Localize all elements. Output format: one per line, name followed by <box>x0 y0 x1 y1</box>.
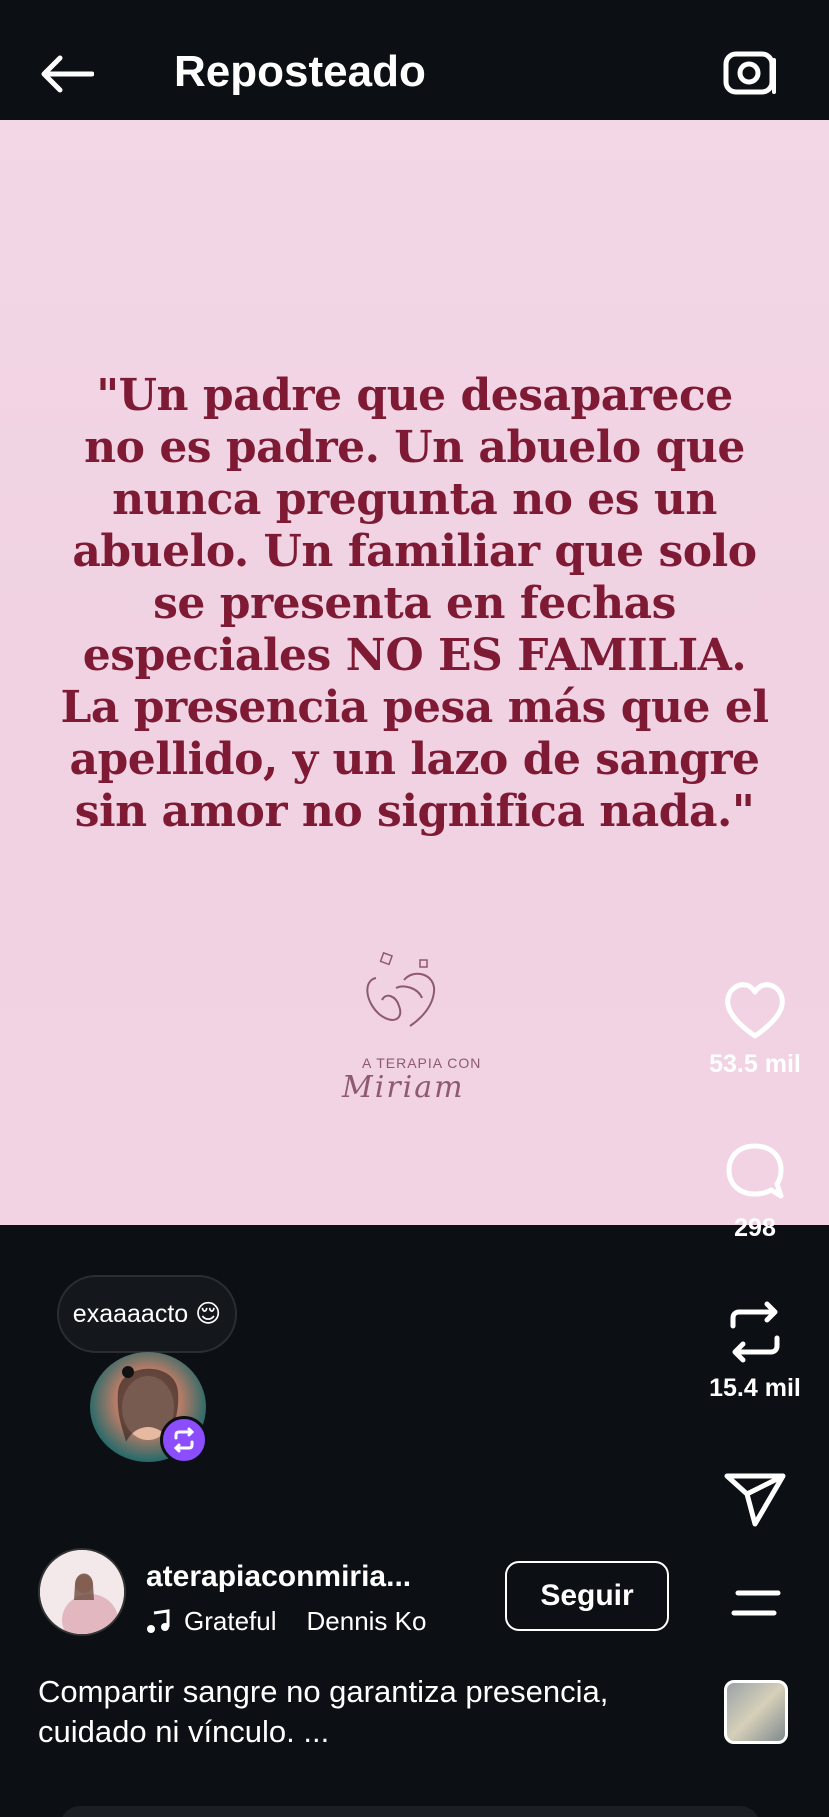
page-title: Reposteado <box>174 47 426 96</box>
comment-action[interactable]: 298 <box>700 1140 810 1243</box>
repost-small-icon <box>173 1427 195 1453</box>
repost-badge <box>160 1416 208 1464</box>
like-action[interactable]: 53.5 mil <box>700 980 810 1079</box>
camera-icon <box>723 51 776 95</box>
heart-icon <box>725 982 785 1039</box>
comment-icon <box>726 1143 784 1199</box>
music-title: Grateful <box>184 1606 277 1636</box>
music-artist: Dennis Ko <box>306 1606 427 1636</box>
terapia-logo-icon <box>366 951 436 1027</box>
camera-button[interactable] <box>718 40 784 106</box>
post-caption[interactable]: Compartir sangre no garantiza presencia,… <box>38 1672 698 1752</box>
menu-icon[interactable] <box>730 1585 782 1621</box>
repost-icon <box>730 1301 780 1363</box>
audio-thumbnail[interactable] <box>724 1680 788 1744</box>
avatar-image-icon <box>40 1550 124 1634</box>
music-row[interactable]: Grateful Dennis Ko <box>146 1606 426 1637</box>
back-arrow-icon <box>41 55 94 93</box>
repost-count: 15.4 mil <box>709 1374 801 1402</box>
comment-count: 298 <box>734 1214 776 1242</box>
author-username[interactable]: aterapiaconmiria... <box>146 1560 411 1594</box>
quote-text: "Un padre que desaparece no es padre. Un… <box>60 370 769 837</box>
repost-note: exaaaacto 😌 <box>57 1275 237 1353</box>
logo-script: Miriam <box>342 1070 465 1105</box>
send-icon <box>724 1473 786 1527</box>
share-action[interactable] <box>700 1470 810 1528</box>
repost-action[interactable]: 15.4 mil <box>700 1300 810 1403</box>
like-count: 53.5 mil <box>709 1050 801 1078</box>
bottom-input-bar[interactable] <box>60 1806 760 1817</box>
top-bar: Reposteado <box>0 0 829 120</box>
music-note-icon <box>147 1608 170 1633</box>
follow-button[interactable]: Seguir <box>505 1561 669 1631</box>
back-button[interactable] <box>36 44 96 104</box>
author-avatar[interactable] <box>38 1548 126 1636</box>
logo-caption: A TERAPIA CON <box>362 1055 482 1071</box>
